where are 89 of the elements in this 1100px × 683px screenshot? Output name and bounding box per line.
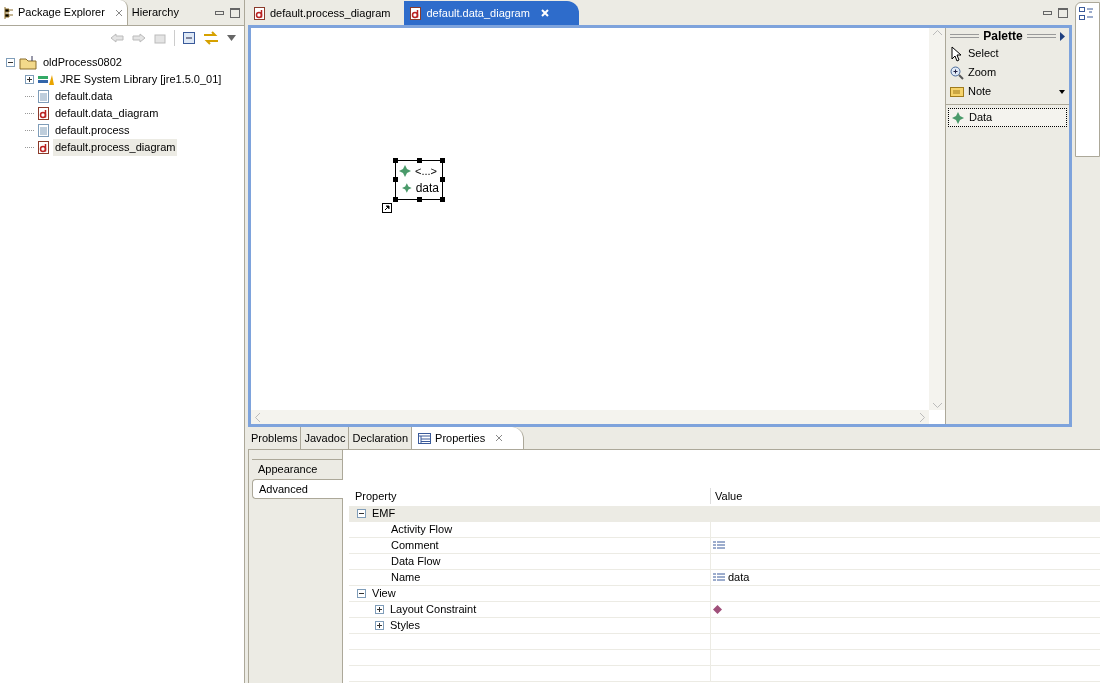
diagram-file-icon: [254, 6, 265, 20]
property-name: Layout Constraint: [390, 602, 477, 618]
list-icon: [713, 573, 725, 582]
sparkle-icon: [399, 165, 411, 177]
view-tab[interactable]: Package Explorer: [0, 0, 128, 25]
dropdown-caret-icon: [1059, 89, 1065, 94]
horizontal-scrollbar[interactable]: [251, 410, 929, 424]
document-icon: [38, 90, 49, 103]
resize-handle[interactable]: [440, 158, 445, 163]
property-name: Styles: [390, 618, 420, 634]
up-caret-icon: [932, 30, 942, 35]
table-icon: [418, 432, 432, 444]
expand-toggle-icon[interactable]: [375, 605, 384, 614]
note-icon: [950, 86, 964, 97]
zoom-icon: [950, 65, 964, 80]
view-tab[interactable]: Javadoc: [301, 427, 350, 449]
sparkle-icon: [952, 111, 964, 124]
resize-handle[interactable]: [393, 158, 398, 163]
palette-item[interactable]: Zoom: [948, 63, 1067, 82]
property-name: Activity Flow: [391, 522, 453, 538]
document-icon: [38, 124, 49, 137]
minimize-button[interactable]: [1043, 10, 1052, 15]
property-name: EMF: [372, 506, 396, 522]
node-label: data: [415, 180, 439, 198]
tree-item[interactable]: default.process: [53, 122, 132, 139]
back-arrow-icon: [110, 33, 124, 43]
vertical-scrollbar[interactable]: [929, 28, 945, 410]
palette-item[interactable]: Data: [948, 108, 1067, 127]
maximize-button[interactable]: [1058, 7, 1068, 18]
resize-handle[interactable]: [393, 177, 398, 182]
minimize-button[interactable]: [215, 10, 224, 15]
right-caret-icon: [1060, 31, 1065, 41]
palette-item[interactable]: Note: [948, 82, 1067, 101]
diagram-file-icon: [410, 6, 422, 20]
down-caret-icon: [932, 403, 942, 408]
sparkle-icon: [402, 182, 412, 195]
folder-icon: [19, 55, 37, 70]
tree-item[interactable]: default.data: [53, 88, 115, 105]
tree-item[interactable]: JRE System Library [jre1.5.0_01]: [58, 71, 224, 88]
books-icon: [38, 73, 54, 86]
resize-handle[interactable]: [393, 197, 398, 202]
tree-item[interactable]: default.data_diagram: [53, 105, 161, 122]
column-header[interactable]: Value: [711, 487, 743, 505]
palette-item[interactable]: Select: [948, 44, 1067, 63]
editor-tab[interactable]: default.data_diagram: [404, 1, 579, 25]
column-header[interactable]: Property: [349, 487, 711, 505]
forward-arrow-icon: [132, 33, 146, 43]
right-caret-icon: [920, 412, 925, 422]
close-icon[interactable]: [114, 8, 123, 17]
view-tab[interactable]: Properties: [412, 427, 525, 449]
palette-title: Palette: [983, 28, 1023, 45]
expand-toggle-icon[interactable]: [375, 621, 384, 630]
tree-item[interactable]: default.process_diagram: [53, 139, 178, 156]
pointer-icon: [951, 45, 963, 62]
property-name: View: [372, 586, 396, 602]
expand-toggle-icon[interactable]: [25, 75, 34, 84]
collapse-toggle-icon[interactable]: [357, 589, 366, 598]
editor-tab[interactable]: default.process_diagram: [248, 1, 405, 25]
data-node[interactable]: <...> data: [395, 160, 443, 200]
package-icon: [4, 6, 14, 19]
list-icon: [713, 541, 725, 550]
link-arrows-icon: [203, 31, 219, 45]
collapse-toggle-icon[interactable]: [357, 509, 366, 518]
tree-item[interactable]: oldProcess0802: [41, 54, 124, 71]
resize-handle[interactable]: [417, 158, 422, 163]
property-name: Comment: [391, 538, 439, 554]
resize-handle[interactable]: [417, 197, 422, 202]
maximize-button[interactable]: [230, 7, 240, 18]
diamond-icon: [713, 605, 722, 614]
diagram-file-icon: [38, 107, 49, 120]
dropdown-caret-icon: [227, 35, 236, 41]
diagram-canvas[interactable]: <...> data: [251, 28, 929, 410]
left-caret-icon: [255, 412, 260, 422]
resize-handle[interactable]: [440, 177, 445, 182]
close-icon[interactable]: [495, 434, 504, 442]
collapse-toggle-icon[interactable]: [6, 58, 15, 67]
shortcut-arrow-icon: [382, 203, 392, 213]
property-name: Data Flow: [391, 554, 441, 570]
diagram-file-icon: [38, 141, 49, 154]
property-name: Name: [391, 570, 421, 586]
view-tab[interactable]: Hierarchy: [127, 0, 183, 25]
outline-icon: [1079, 7, 1093, 21]
section-tab[interactable]: Advanced: [252, 479, 343, 499]
collapse-all-icon: [183, 32, 195, 44]
property-value: data: [728, 570, 750, 586]
up-folder-icon: [154, 32, 166, 44]
resize-handle[interactable]: [440, 197, 445, 202]
view-tab[interactable]: Problems: [248, 427, 302, 449]
node-title: <...>: [415, 163, 438, 179]
